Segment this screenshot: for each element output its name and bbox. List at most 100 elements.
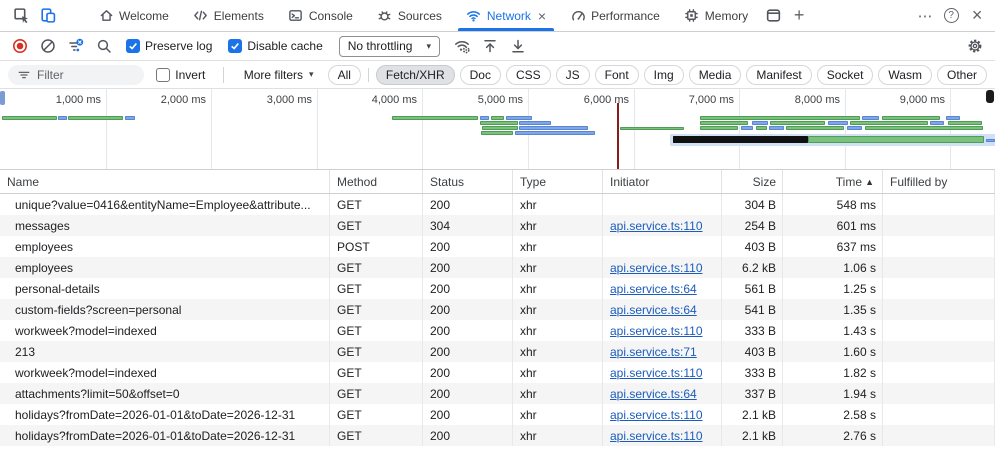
- close-tab-icon[interactable]: ×: [538, 9, 546, 23]
- cell-size: 6.2 kB: [722, 257, 783, 278]
- cell-initiator: api.service.ts:110: [603, 257, 722, 278]
- cell-status: 304: [423, 215, 513, 236]
- initiator-link[interactable]: api.service.ts:110: [610, 366, 703, 380]
- initiator-link[interactable]: api.service.ts:110: [610, 429, 703, 443]
- network-overview-waterfall[interactable]: 1,000 ms 2,000 ms 3,000 ms 4,000 ms 5,000 ms…: [0, 89, 995, 170]
- toolbar-left-icons: [8, 3, 60, 29]
- request-row[interactable]: employees POST 200 xhr 403 B 637 ms: [0, 236, 995, 257]
- close-devtools-icon[interactable]: ×: [964, 3, 990, 29]
- network-settings-gear-icon[interactable]: [963, 34, 987, 58]
- tab-console[interactable]: Console: [276, 0, 365, 31]
- request-row[interactable]: holidays?fromDate=2026-01-01&toDate=2026…: [0, 425, 995, 446]
- type-pill-fetchxhr[interactable]: Fetch/XHR: [375, 64, 455, 85]
- tab-sources[interactable]: Sources: [365, 0, 454, 31]
- initiator-link[interactable]: api.service.ts:110: [610, 408, 703, 422]
- cell-size: 337 B: [722, 383, 783, 404]
- waterfall-bar: [741, 126, 753, 130]
- request-row[interactable]: personal-details GET 200 xhr api.service.ts:…: [0, 278, 995, 299]
- cell-size: 333 B: [722, 320, 783, 341]
- add-tab-button[interactable]: +: [786, 3, 812, 29]
- cell-type: xhr: [513, 404, 603, 425]
- request-row[interactable]: custom-fields?screen=personal GET 200 xhr ap…: [0, 299, 995, 320]
- more-menu-icon[interactable]: ⋯: [912, 3, 938, 29]
- column-header-status[interactable]: Status: [423, 170, 513, 193]
- initiator-link[interactable]: api.service.ts:110: [610, 261, 703, 275]
- request-row[interactable]: employees GET 200 xhr api.service.ts:110 6.2 …: [0, 257, 995, 278]
- request-row[interactable]: attachments?limit=50&offset=0 GET 200 xhr ap…: [0, 383, 995, 404]
- initiator-link[interactable]: api.service.ts:110: [610, 219, 703, 233]
- invert-checkbox[interactable]: Invert: [156, 67, 205, 82]
- cell-method: GET: [330, 383, 423, 404]
- cell-fulfilled: [883, 236, 995, 257]
- network-conditions-icon[interactable]: [450, 34, 474, 58]
- preserve-log-checkbox[interactable]: Preserve log: [126, 39, 212, 53]
- export-har-icon[interactable]: [506, 34, 530, 58]
- column-header-name[interactable]: Name: [0, 170, 330, 193]
- tab-elements[interactable]: Elements: [181, 0, 276, 31]
- throttling-dropdown[interactable]: No throttling ▾: [338, 35, 440, 57]
- column-header-size[interactable]: Size: [722, 170, 783, 193]
- search-icon[interactable]: [92, 34, 116, 58]
- type-pill-css[interactable]: CSS: [505, 64, 551, 85]
- cell-method: GET: [330, 215, 423, 236]
- cell-method: GET: [330, 362, 423, 383]
- filter-toggle-icon[interactable]: [64, 34, 88, 58]
- disable-cache-checkbox[interactable]: Disable cache: [228, 39, 323, 53]
- initiator-link[interactable]: api.service.ts:71: [610, 345, 697, 359]
- waterfall-bar: [770, 121, 825, 125]
- column-header-method[interactable]: Method: [330, 170, 423, 193]
- column-header-type[interactable]: Type: [513, 170, 603, 193]
- request-row[interactable]: 213 GET 200 xhr api.service.ts:71 403 B 1.60 s: [0, 341, 995, 362]
- timeline-tick-label: 5,000 ms: [477, 94, 523, 106]
- clear-icon[interactable]: [36, 34, 60, 58]
- initiator-link[interactable]: api.service.ts:110: [610, 324, 703, 338]
- overview-scroll-handle[interactable]: [986, 90, 994, 103]
- tab-network[interactable]: Network ×: [454, 0, 558, 31]
- cell-method: GET: [330, 404, 423, 425]
- import-har-icon[interactable]: [478, 34, 502, 58]
- initiator-link[interactable]: api.service.ts:64: [610, 387, 697, 401]
- request-row[interactable]: workweek?model=indexed GET 200 xhr api.servi…: [0, 362, 995, 383]
- tab-memory[interactable]: Memory: [672, 0, 760, 31]
- cell-type: xhr: [513, 299, 603, 320]
- filter-input[interactable]: [37, 67, 136, 82]
- tab-welcome[interactable]: Welcome: [86, 0, 181, 31]
- cell-fulfilled: [883, 299, 995, 320]
- type-pill-manifest[interactable]: Manifest: [746, 64, 812, 85]
- cell-fulfilled: [883, 425, 995, 446]
- type-pill-all[interactable]: All: [327, 64, 361, 85]
- device-toolbar-icon[interactable]: [34, 3, 60, 29]
- initiator-link[interactable]: api.service.ts:64: [610, 282, 697, 296]
- column-header-initiator[interactable]: Initiator: [603, 170, 722, 193]
- cell-method: GET: [330, 425, 423, 446]
- type-pill-wasm[interactable]: Wasm: [878, 64, 932, 85]
- overview-left-handle[interactable]: [0, 91, 5, 105]
- type-pill-img[interactable]: Img: [643, 64, 684, 85]
- type-pill-js[interactable]: JS: [555, 64, 590, 85]
- column-header-time[interactable]: Time ▲: [783, 170, 883, 193]
- panel-tabs: Welcome Elements Console Sources Network × Per…: [86, 0, 760, 31]
- cell-fulfilled: [883, 362, 995, 383]
- tab-performance[interactable]: Performance: [558, 0, 672, 31]
- help-icon[interactable]: ?: [938, 3, 964, 29]
- type-pill-other[interactable]: Other: [936, 64, 987, 85]
- initiator-link[interactable]: api.service.ts:64: [610, 303, 697, 317]
- panel-icon[interactable]: [760, 3, 786, 29]
- record-icon[interactable]: [8, 34, 32, 58]
- type-pill-font[interactable]: Font: [594, 64, 639, 85]
- request-row[interactable]: messages GET 304 xhr api.service.ts:110 254 B…: [0, 215, 995, 236]
- timeline-tick-label: 6,000 ms: [583, 94, 629, 106]
- inspect-icon[interactable]: [8, 3, 34, 29]
- request-row[interactable]: unique?value=0416&entityName=Employee&at…: [0, 194, 995, 215]
- column-header-fulfilled[interactable]: Fulfilled by: [883, 170, 995, 193]
- type-pill-media[interactable]: Media: [688, 64, 742, 85]
- type-pill-doc[interactable]: Doc: [459, 64, 501, 85]
- timeline-gridline: [422, 89, 423, 169]
- request-row[interactable]: workweek?model=indexed GET 200 xhr api.servi…: [0, 320, 995, 341]
- more-filters-dropdown[interactable]: More filters ▾: [236, 68, 322, 82]
- request-row[interactable]: holidays?fromDate=2026-01-01&toDate=2026…: [0, 404, 995, 425]
- cell-time: 1.82 s: [783, 362, 883, 383]
- timeline-tick-label: 4,000 ms: [371, 94, 417, 106]
- type-pill-socket[interactable]: Socket: [816, 64, 874, 85]
- cell-initiator: api.service.ts:64: [603, 278, 722, 299]
